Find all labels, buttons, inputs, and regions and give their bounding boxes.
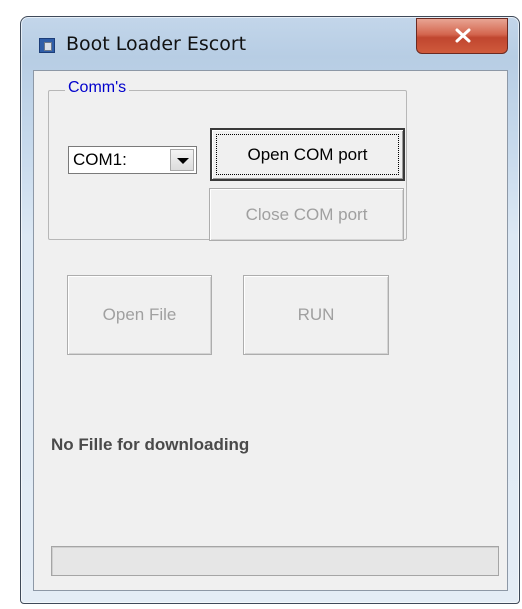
window-title: Boot Loader Escort [66,33,247,55]
app-icon[interactable] [39,38,55,53]
close-com-port-button[interactable]: Close COM port [209,188,404,241]
close-x-icon [455,28,471,43]
title-bar[interactable]: Boot Loader Escort [21,17,519,69]
com-port-value: COM1: [73,150,127,169]
open-file-button[interactable]: Open File [67,275,212,355]
open-com-port-button[interactable]: Open COM port [210,128,405,181]
run-label: RUN [297,305,335,324]
download-progress-bar [51,546,499,576]
open-com-port-label: Open COM port [247,145,368,164]
chevron-down-icon[interactable] [170,149,194,171]
open-file-label: Open File [102,305,177,324]
client-area: Comm's COM1: Open COM port Close COM por… [33,70,508,591]
close-com-port-label: Close COM port [245,205,368,224]
run-button[interactable]: RUN [243,275,389,355]
comms-groupbox: Comm's COM1: Open COM port Close COM por… [48,79,407,241]
com-port-select[interactable]: COM1: [68,146,197,174]
comms-group-label: Comm's [65,79,130,97]
app-window: Boot Loader Escort Comm's COM1: Open COM… [20,16,520,604]
status-message: No Fille for downloading [51,435,250,454]
close-button[interactable] [416,18,508,54]
